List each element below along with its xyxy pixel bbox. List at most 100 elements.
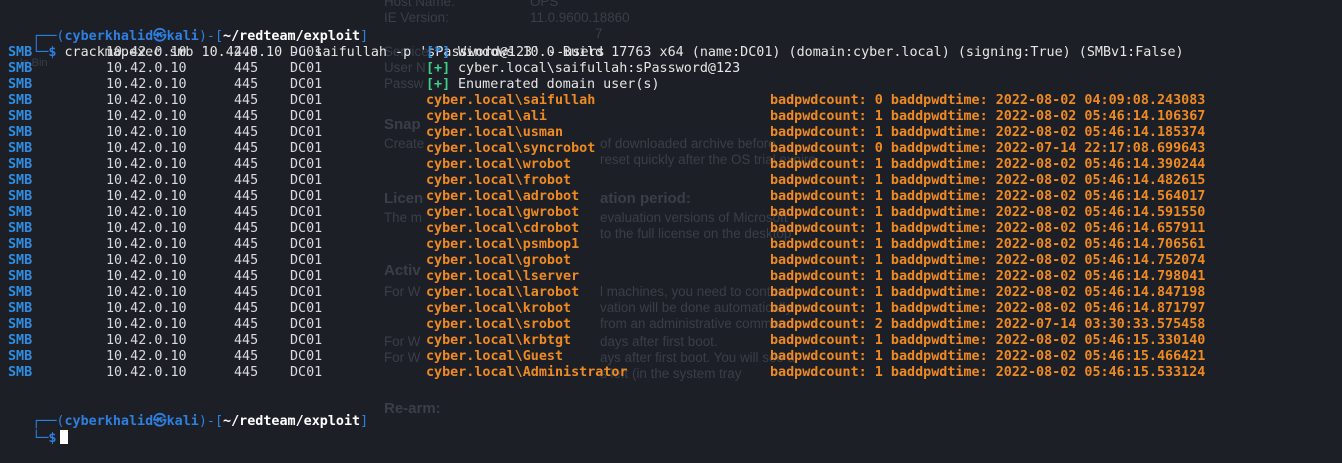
ip-address: 10.42.0.10 [106, 205, 187, 220]
domain-user: cyber.local\Guest [426, 349, 564, 364]
ip-address: 10.42.0.10 [106, 269, 187, 284]
background-label-for-2: For W [384, 334, 421, 349]
port-number: 445 [234, 189, 259, 204]
background-paragraph-9: days after first boot. [600, 334, 718, 349]
port-number: 445 [234, 109, 259, 124]
host-name: DC01 [290, 365, 323, 380]
port-number: 445 [234, 333, 259, 348]
command-line: └─$ crackmapexec smb 10.42.0.10 -u saifu… [0, 29, 604, 60]
protocol-label: SMB [8, 173, 33, 188]
ip-address: 10.42.0.10 [106, 141, 187, 156]
host-name: DC01 [290, 93, 323, 108]
command-line-2[interactable]: └─$ [0, 414, 69, 446]
port-number: 445 [234, 125, 259, 140]
domain-user: cyber.local\larobot [426, 285, 580, 300]
prompt-line-2: ┌──(cyberkhalid㉿kali)-[~/redteam/exploit… [0, 398, 368, 429]
port-number: 445 [234, 141, 259, 156]
domain-user: cyber.local\saifullah [426, 93, 596, 108]
host-name: DC01 [290, 349, 323, 364]
port-number: 445 [234, 221, 259, 236]
protocol-label: SMB [8, 93, 33, 108]
port-number: 445 [234, 285, 259, 300]
host-name: DC01 [290, 77, 323, 92]
ip-address: 10.42.0.10 [106, 237, 187, 252]
badpwd-info: badpwdcount: 1 baddpwdtime: 2022-08-02 0… [770, 253, 1206, 268]
port-number: 445 [234, 157, 259, 172]
domain-user: cyber.local\krbtgt [426, 333, 572, 348]
ip-address: 10.42.0.10 [106, 189, 187, 204]
host-name: DC01 [290, 253, 323, 268]
background-label-user: User N [384, 60, 426, 75]
port-number: 445 [234, 173, 259, 188]
ip-address: 10.42.0.10 [106, 109, 187, 124]
port-number: 445 [234, 205, 259, 220]
protocol-label: SMB [8, 301, 33, 316]
badpwd-info: badpwdcount: 1 baddpwdtime: 2022-08-02 0… [770, 205, 1206, 220]
domain-user: cyber.local\krobot [426, 301, 572, 316]
domain-user: cyber.local\psmbop1 [426, 237, 580, 252]
port-number: 445 [234, 253, 259, 268]
host-name: DC01 [290, 157, 323, 172]
ip-address: 10.42.0.10 [106, 253, 187, 268]
badpwd-info: badpwdcount: 1 baddpwdtime: 2022-08-02 0… [770, 173, 1206, 188]
background-heading-snapshots: Snap [384, 116, 421, 133]
badpwd-info: badpwdcount: 1 baddpwdtime: 2022-08-02 0… [770, 157, 1206, 172]
protocol-label: SMB [8, 109, 33, 124]
port-number: 445 [234, 349, 259, 364]
background-label-for-3: For W [384, 350, 421, 365]
background-paragraph-10: ays after first boot. You will see a [600, 350, 796, 365]
protocol-label: SMB [8, 253, 33, 268]
host-name: DC01 [290, 333, 323, 348]
prompt-frame-bottom: └─ [32, 45, 49, 60]
ip-address: 10.42.0.10 [106, 157, 187, 172]
ip-address: 10.42.0.10 [106, 45, 187, 60]
background-value-ie: 11.0.9600.18860 [530, 10, 630, 25]
protocol-label: SMB [8, 221, 33, 236]
domain-user: cyber.local\adrobot [426, 189, 580, 204]
domain-user: cyber.local\Administrator [426, 365, 628, 380]
domain-user: cyber.local\ali [426, 109, 547, 124]
protocol-label: SMB [8, 317, 33, 332]
protocol-label: SMB [8, 157, 33, 172]
domain-user: cyber.local\srobot [426, 317, 572, 332]
background-label-host: Host Name: [384, 0, 455, 9]
ip-address: 10.42.0.10 [106, 285, 187, 300]
ip-address: 10.42.0.10 [106, 349, 187, 364]
protocol-label: SMB [8, 205, 33, 220]
badpwd-info: badpwdcount: 1 baddpwdtime: 2022-08-02 0… [770, 301, 1206, 316]
status-marker: [+] [426, 61, 451, 76]
domain-user: cyber.local\lserver [426, 269, 580, 284]
port-number: 445 [234, 237, 259, 252]
background-label-password: Passw [384, 76, 424, 91]
host-name: DC01 [290, 61, 323, 76]
domain-user: cyber.local\gwrobot [426, 205, 580, 220]
port-number: 445 [234, 77, 259, 92]
terminal-window[interactable]: Host Name: OPS IE Version: 11.0.9600.188… [0, 0, 1342, 446]
badpwd-info: badpwdcount: 1 baddpwdtime: 2022-08-02 0… [770, 349, 1206, 364]
host-name: DC01 [290, 125, 323, 140]
host-name: DC01 [290, 173, 323, 188]
badpwd-info: badpwdcount: 0 baddpwdtime: 2022-07-14 2… [770, 141, 1206, 156]
host-name: DC01 [290, 45, 323, 60]
protocol-label: SMB [8, 61, 33, 76]
protocol-label: SMB [8, 189, 33, 204]
badpwd-info: badpwdcount: 1 baddpwdtime: 2022-08-02 0… [770, 365, 1206, 380]
background-paragraph-8: from an administrative command [600, 316, 795, 331]
background-paragraph-7: vation will be done automatically [600, 300, 793, 315]
host-name: DC01 [290, 269, 323, 284]
prompt-path: ~/redteam/exploit [223, 414, 361, 429]
info-message: Enumerated domain user(s) [458, 77, 660, 92]
background-paragraph-3: ation period: [600, 190, 691, 207]
protocol-label: SMB [8, 77, 33, 92]
ip-address: 10.42.0.10 [106, 221, 187, 236]
ip-address: 10.42.0.10 [106, 173, 187, 188]
port-number: 445 [234, 301, 259, 316]
host-name: DC01 [290, 141, 323, 156]
protocol-label: SMB [8, 125, 33, 140]
info-message: cyber.local\saifullah:sPassword@123 [458, 61, 741, 76]
ip-address: 10.42.0.10 [106, 93, 187, 108]
domain-user: cyber.local\frobot [426, 173, 572, 188]
port-number: 445 [234, 93, 259, 108]
background-label-for-1: For W [384, 284, 421, 299]
prompt-line: ┌──(cyberkhalid㉿kali)-[~/redteam/exploit… [0, 13, 368, 44]
